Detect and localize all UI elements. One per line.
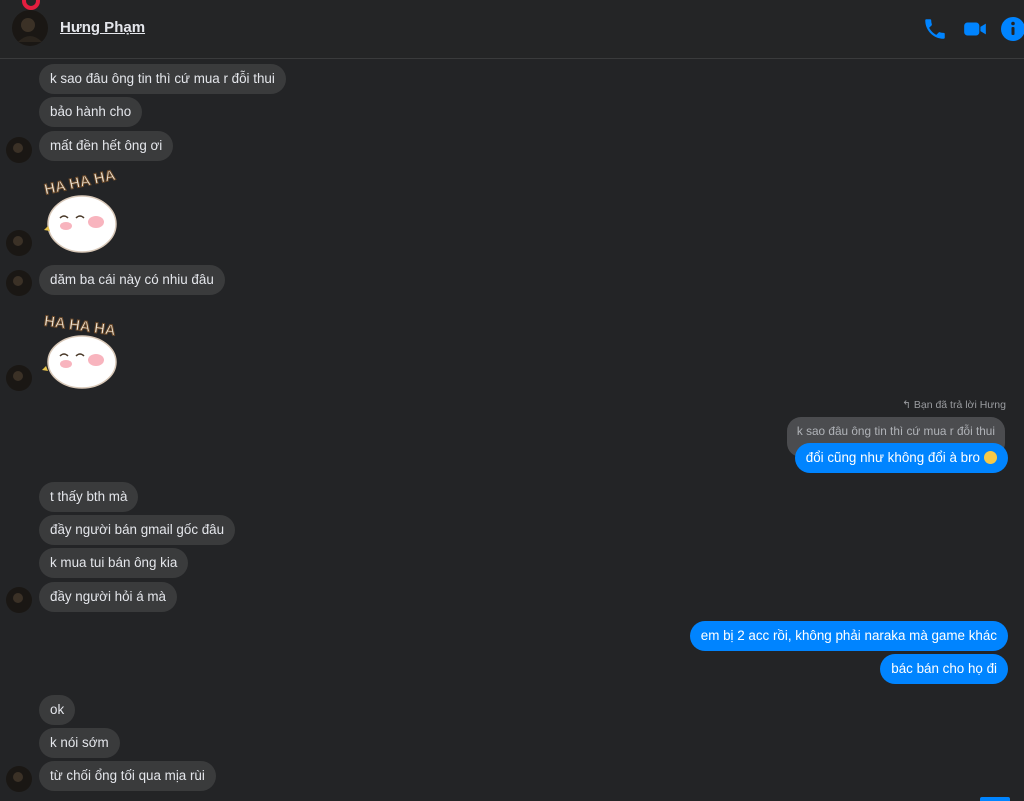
contact-avatar-small bbox=[6, 365, 32, 391]
seen-indicator bbox=[980, 797, 1010, 801]
outgoing-message[interactable]: đổi cũng như không đổi à bro bbox=[794, 443, 1008, 473]
contact-avatar-small bbox=[6, 230, 32, 256]
incoming-message[interactable]: bảo hành cho bbox=[39, 97, 143, 127]
laughing-bunny-sticker[interactable]: HA HA HA bbox=[36, 166, 128, 258]
contact-avatar-small bbox=[6, 587, 32, 613]
incoming-message[interactable]: dăm ba cái này có nhiu đâu bbox=[39, 265, 225, 295]
contact-avatar-small bbox=[6, 766, 32, 792]
contact-avatar[interactable] bbox=[12, 10, 48, 46]
incoming-message[interactable]: đầy người bán gmail gốc đâu bbox=[39, 515, 236, 545]
reply-indicator: ↰ Bạn đã trả lời Hưng bbox=[902, 399, 1006, 411]
sad-face-emoji-icon bbox=[984, 450, 997, 464]
reply-arrow-icon: ↰ bbox=[902, 399, 914, 411]
incoming-message[interactable]: mất đền hết ông ơi bbox=[39, 131, 174, 161]
incoming-message[interactable]: k sao đâu ông tin thì cứ mua r đỗi thui bbox=[39, 64, 286, 94]
incoming-message[interactable]: t thấy bth mà bbox=[39, 482, 139, 512]
outgoing-message[interactable]: em bị 2 acc rồi, không phải naraka mà ga… bbox=[689, 621, 1008, 651]
outgoing-message-text: đổi cũng như không đổi à bro bbox=[805, 450, 980, 465]
phone-icon[interactable] bbox=[922, 16, 948, 42]
sticker-text: HA HA HA bbox=[43, 167, 117, 199]
reply-indicator-text: Bạn đã trả lời Hưng bbox=[913, 399, 1006, 411]
conversation-header: Hưng Phạm bbox=[0, 0, 1024, 59]
contact-name[interactable]: Hưng Phạm bbox=[60, 19, 145, 36]
incoming-message[interactable]: ok bbox=[39, 695, 76, 725]
incoming-message[interactable]: k nói sớm bbox=[39, 728, 120, 758]
info-icon[interactable] bbox=[1000, 16, 1024, 42]
incoming-message[interactable]: đầy người hỏi á mà bbox=[39, 582, 178, 612]
incoming-message[interactable]: từ chối ổng tối qua mịa rùi bbox=[39, 761, 216, 791]
contact-avatar-small bbox=[6, 270, 32, 296]
video-camera-icon[interactable] bbox=[962, 16, 988, 42]
story-ring-icon bbox=[22, 0, 40, 10]
outgoing-message[interactable]: bác bán cho họ đi bbox=[880, 654, 1008, 684]
laughing-bunny-sticker[interactable]: HA HA HA bbox=[36, 300, 128, 392]
incoming-message[interactable]: k mua tui bán ông kia bbox=[39, 548, 189, 578]
contact-avatar-small bbox=[6, 137, 32, 163]
